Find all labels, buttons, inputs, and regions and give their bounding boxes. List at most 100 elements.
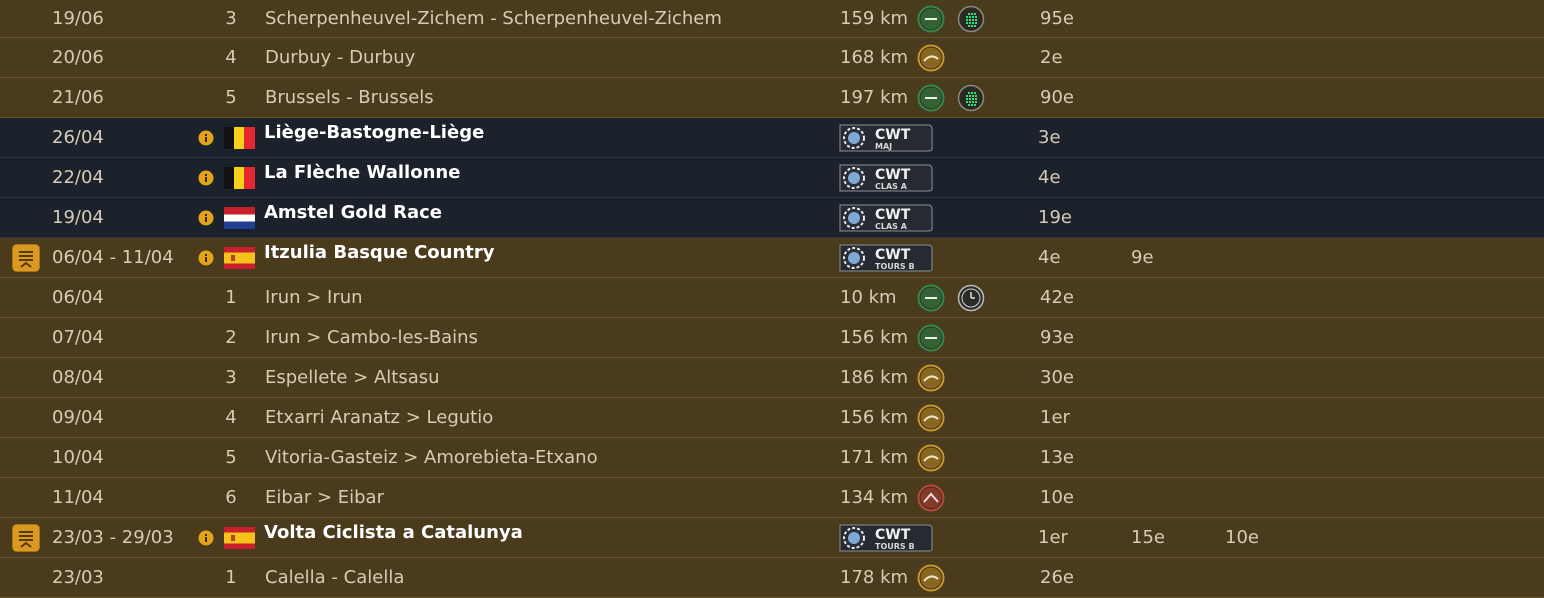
stage-number: 1 [225,566,237,588]
race-date: 22/04 [52,166,104,188]
expand-stages-icon[interactable] [12,523,40,552]
info-icon[interactable] [198,530,214,546]
info-icon[interactable] [198,130,214,146]
sprint-icon [957,5,985,33]
stage-row[interactable]: 10/04 5 Vitoria-Gasteiz > Amorebieta-Etxan… [0,438,1544,478]
race-date: 26/04 [52,126,104,148]
one-day-race-row[interactable]: 26/04 Liège-Bastogne-Liège CWT MAJ 3e [0,118,1544,158]
result-rank: 1er [1038,526,1068,548]
badge-top-text: CWT [875,527,911,543]
flat-profile-icon [917,324,945,352]
race-date: 19/04 [52,206,104,228]
race-name[interactable]: Liège-Bastogne-Liège [264,122,484,143]
stage-route[interactable]: Etxarri Aranatz > Legutio [265,407,493,428]
race-name[interactable]: Volta Ciclista a Catalunya [264,522,523,543]
stage-route[interactable]: Espellete > Altsasu [265,367,440,388]
result-rank-secondary: 15e [1131,526,1165,548]
stage-row[interactable]: 08/04 3 Espellete > Altsasu 186 km 30e [0,358,1544,398]
stage-number: 4 [225,406,237,428]
badge-sub-text: MAJ [875,142,892,151]
stage-row[interactable]: 23/03 1 Calella - Calella 178 km 26e [0,558,1544,598]
stage-distance: 197 km [840,86,909,108]
result-rank: 1er [1040,406,1070,428]
badge-top-text: CWT [875,207,911,223]
cwt-category-badge: CWT TOURS B [838,523,934,553]
stage-number: 5 [225,86,237,108]
result-rank: 93e [1040,326,1074,348]
stage-route[interactable]: Scherpenheuvel-Zichem - Scherpenheuvel-Z… [265,8,722,29]
hilly-profile-icon [917,444,945,472]
stage-route[interactable]: Durbuy - Durbuy [265,47,415,68]
stage-distance: 168 km [840,46,909,68]
spain-flag-icon [224,246,255,269]
stage-row[interactable]: 11/04 6 Eibar > Eibar 134 km 10e [0,478,1544,518]
result-rank: 90e [1040,86,1074,108]
cwt-category-badge: CWT MAJ [838,123,934,153]
belgium-flag-icon [224,126,255,149]
stage-number: 4 [225,46,237,68]
cwt-category-badge: CWT TOURS B [838,243,934,273]
belgium-flag-icon [224,166,255,189]
stage-row[interactable]: 09/04 4 Etxarri Aranatz > Legutio 156 km 1e… [0,398,1544,438]
stage-distance: 186 km [840,366,909,388]
result-rank: 19e [1038,206,1072,228]
stage-route[interactable]: Eibar > Eibar [265,487,384,508]
stage-distance: 134 km [840,486,909,508]
stage-number: 1 [225,286,237,308]
one-day-race-row[interactable]: 19/04 Amstel Gold Race CWT CLAS A 19e [0,198,1544,238]
race-results-list: 19/06 3 Scherpenheuvel-Zichem - Scherpenhe… [0,0,1544,598]
badge-sub-text: TOURS B [875,262,915,271]
mountain-profile-icon [917,484,945,512]
race-name[interactable]: La Flèche Wallonne [264,162,460,183]
result-rank-secondary: 9e [1131,246,1154,268]
expand-stages-icon[interactable] [12,243,40,272]
stage-distance: 156 km [840,406,909,428]
race-name[interactable]: Amstel Gold Race [264,202,442,223]
info-icon[interactable] [198,250,214,266]
flat-profile-icon [917,5,945,33]
race-date: 23/03 [52,566,104,588]
race-name[interactable]: Itzulia Basque Country [264,242,495,263]
stage-number: 2 [225,326,237,348]
stage-row[interactable]: 20/06 4 Durbuy - Durbuy 168 km 2e [0,38,1544,78]
badge-sub-text: CLAS A [875,222,908,231]
badge-top-text: CWT [875,167,911,183]
race-date: 21/06 [52,86,104,108]
stage-row[interactable]: 19/06 3 Scherpenheuvel-Zichem - Scherpenhe… [0,0,1544,38]
stage-row[interactable]: 07/04 2 Irun > Cambo-les-Bains 156 km 93e [0,318,1544,358]
stage-number: 5 [225,446,237,468]
badge-sub-text: CLAS A [875,182,908,191]
flat-profile-icon [917,84,945,112]
race-date: 19/06 [52,7,104,29]
stage-route[interactable]: Calella - Calella [265,567,404,588]
result-rank: 95e [1040,7,1074,29]
info-icon[interactable] [198,210,214,226]
stage-row[interactable]: 21/06 5 Brussels - Brussels 197 km 90e [0,78,1544,118]
info-icon[interactable] [198,170,214,186]
hilly-profile-icon [917,364,945,392]
stage-row[interactable]: 06/04 1 Irun > Irun 10 km 42e [0,278,1544,318]
stage-route[interactable]: Brussels - Brussels [265,87,434,108]
stage-distance: 156 km [840,326,909,348]
race-date: 10/04 [52,446,104,468]
race-date: 07/04 [52,326,104,348]
cwt-category-badge: CWT CLAS A [838,163,934,193]
stage-race-row[interactable]: 23/03 - 29/03 Volta Ciclista a Catalunya… [0,518,1544,558]
hilly-profile-icon [917,564,945,592]
stage-race-row[interactable]: 06/04 - 11/04 Itzulia Basque Country CWT… [0,238,1544,278]
result-rank: 30e [1040,366,1074,388]
stage-route[interactable]: Vitoria-Gasteiz > Amorebieta-Etxano [265,447,598,468]
one-day-race-row[interactable]: 22/04 La Flèche Wallonne CWT CLAS A 4e [0,158,1544,198]
stage-route[interactable]: Irun > Cambo-les-Bains [265,327,478,348]
stage-distance: 159 km [840,7,909,29]
result-rank-tertiary: 10e [1225,526,1259,548]
cwt-category-badge: CWT CLAS A [838,203,934,233]
result-rank: 13e [1040,446,1074,468]
race-date: 06/04 - 11/04 [52,246,174,268]
stage-number: 6 [225,486,237,508]
sprint-icon [957,84,985,112]
stage-route[interactable]: Irun > Irun [265,287,363,308]
hilly-profile-icon [917,44,945,72]
stage-distance: 10 km [840,286,897,308]
result-rank: 10e [1040,486,1074,508]
